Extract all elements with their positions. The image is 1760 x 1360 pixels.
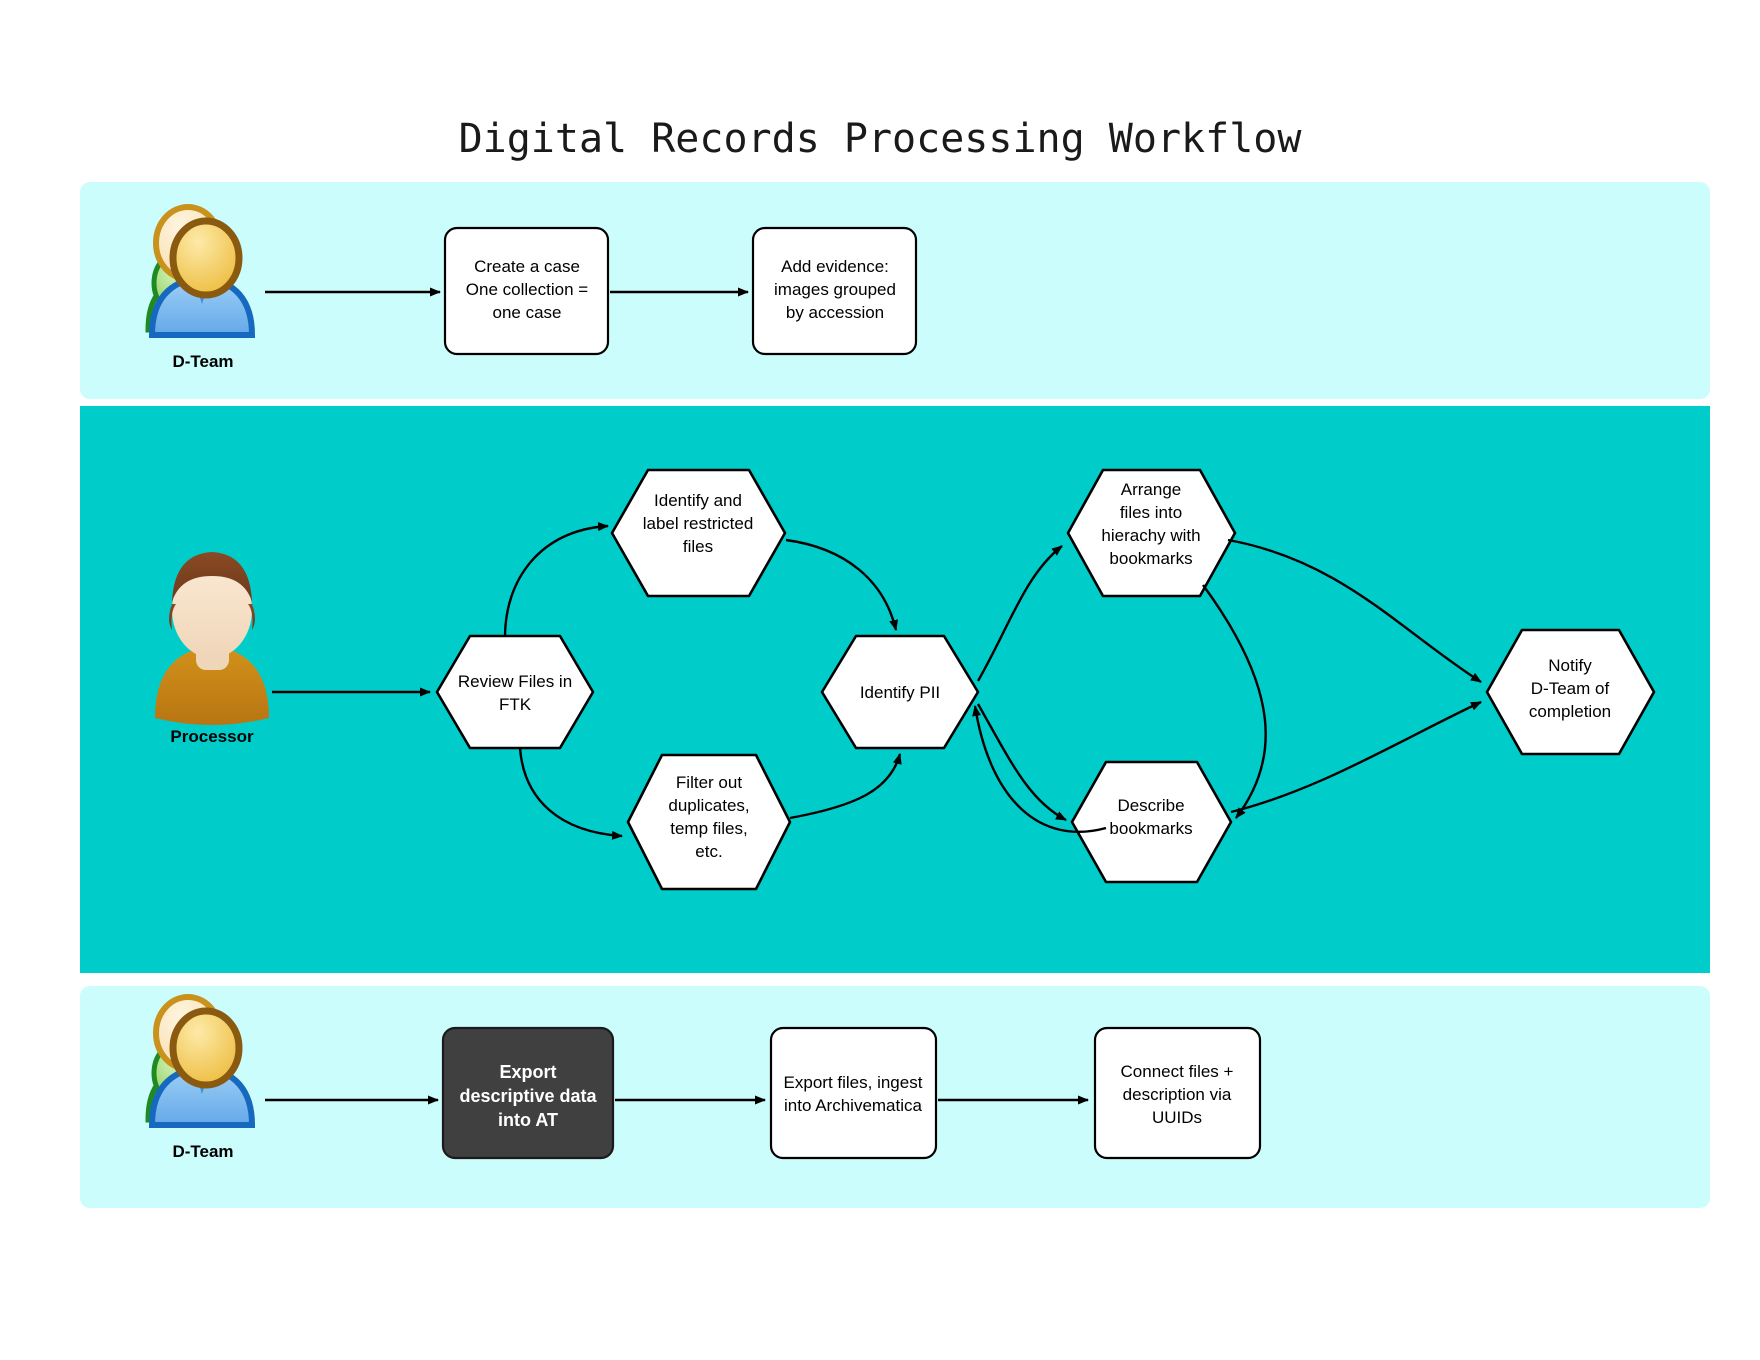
node-export-descriptive-line-3: into AT: [498, 1110, 558, 1130]
actor-label-processor: Processor: [170, 727, 254, 746]
node-export-descriptive-data[interactable]: Export descriptive data into AT: [441, 1026, 615, 1160]
node-create-case-line-3: one case: [493, 303, 562, 322]
node-connect-line-2: description via: [1123, 1085, 1232, 1104]
node-identify-restricted-files[interactable]: Identify and label restricted files: [610, 468, 787, 598]
node-filter-line-3: temp files,: [670, 819, 747, 838]
node-create-case-line-1: Create a case: [474, 257, 580, 276]
node-connect-line-1: Connect files +: [1121, 1062, 1234, 1081]
node-notify-line-1: Notify: [1548, 656, 1592, 675]
node-add-evidence[interactable]: Add evidence: images grouped by accessio…: [751, 226, 918, 356]
node-export-descriptive-line-2: descriptive data: [459, 1086, 597, 1106]
node-identify-pii[interactable]: Identify PII: [820, 634, 980, 750]
node-export-descriptive-line-1: Export: [499, 1062, 556, 1082]
node-review-files-in-ftk[interactable]: Review Files in FTK: [435, 634, 595, 750]
node-connect-line-3: UUIDs: [1152, 1108, 1202, 1127]
node-create-case-line-2: One collection =: [466, 280, 588, 299]
node-describe-line-2: bookmarks: [1109, 819, 1192, 838]
node-create-case[interactable]: Create a case One collection = one case: [443, 226, 610, 356]
actor-label-dteam-top: D-Team: [172, 352, 233, 371]
node-review-files-line-2: FTK: [499, 695, 532, 714]
node-notify-dteam[interactable]: Notify D-Team of completion: [1485, 628, 1656, 756]
node-identify-restricted-line-1: Identify and: [654, 491, 742, 510]
workflow-diagram: Digital Records Processing Workflow D-Te…: [0, 0, 1760, 1360]
actor-label-dteam-bottom: D-Team: [172, 1142, 233, 1161]
node-identify-pii-line-1: Identify PII: [860, 683, 940, 702]
page-title: Digital Records Processing Workflow: [459, 116, 1303, 162]
node-export-ingest-line-1: Export files, ingest: [784, 1073, 923, 1092]
node-connect-files[interactable]: Connect files + description via UUIDs: [1093, 1026, 1262, 1160]
node-notify-line-3: completion: [1529, 702, 1611, 721]
node-identify-restricted-line-2: label restricted: [643, 514, 754, 533]
node-filter-line-1: Filter out: [676, 773, 742, 792]
node-export-ingest-line-2: into Archivematica: [784, 1096, 922, 1115]
node-filter-duplicates[interactable]: Filter out duplicates, temp files, etc.: [626, 753, 792, 891]
node-describe-bookmarks[interactable]: Describe bookmarks: [1070, 760, 1233, 884]
node-add-evidence-line-1: Add evidence:: [781, 257, 889, 276]
node-identify-restricted-line-3: files: [683, 537, 713, 556]
node-filter-line-2: duplicates,: [668, 796, 749, 815]
node-filter-line-4: etc.: [695, 842, 722, 861]
node-arrange-files[interactable]: Arrange files into hierachy with bookmar…: [1066, 468, 1237, 598]
node-arrange-line-3: hierachy with: [1101, 526, 1200, 545]
node-notify-line-2: D-Team of: [1531, 679, 1610, 698]
node-add-evidence-line-2: images grouped: [774, 280, 896, 299]
node-arrange-line-1: Arrange: [1121, 480, 1181, 499]
node-arrange-line-2: files into: [1120, 503, 1182, 522]
node-review-files-line-1: Review Files in: [458, 672, 572, 691]
node-add-evidence-line-3: by accession: [786, 303, 884, 322]
node-describe-line-1: Describe: [1117, 796, 1184, 815]
node-arrange-line-4: bookmarks: [1109, 549, 1192, 568]
node-export-files-ingest[interactable]: Export files, ingest into Archivematica: [769, 1026, 938, 1160]
